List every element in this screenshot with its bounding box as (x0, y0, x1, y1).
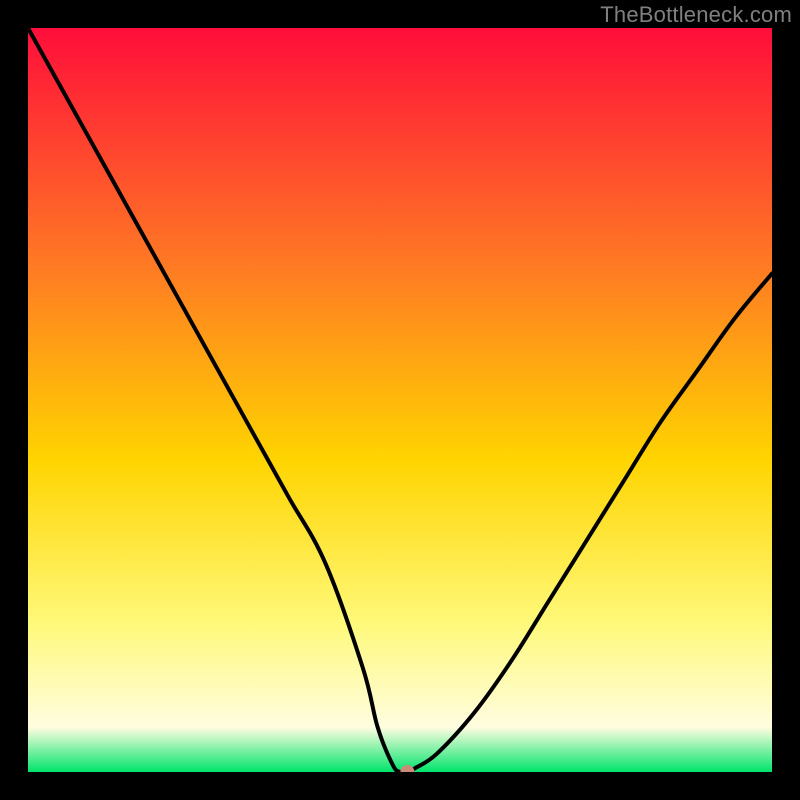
plot-area (28, 28, 772, 772)
watermark-text: TheBottleneck.com (600, 2, 792, 28)
gradient-background (28, 28, 772, 772)
chart-svg (28, 28, 772, 772)
chart-frame: TheBottleneck.com (0, 0, 800, 800)
